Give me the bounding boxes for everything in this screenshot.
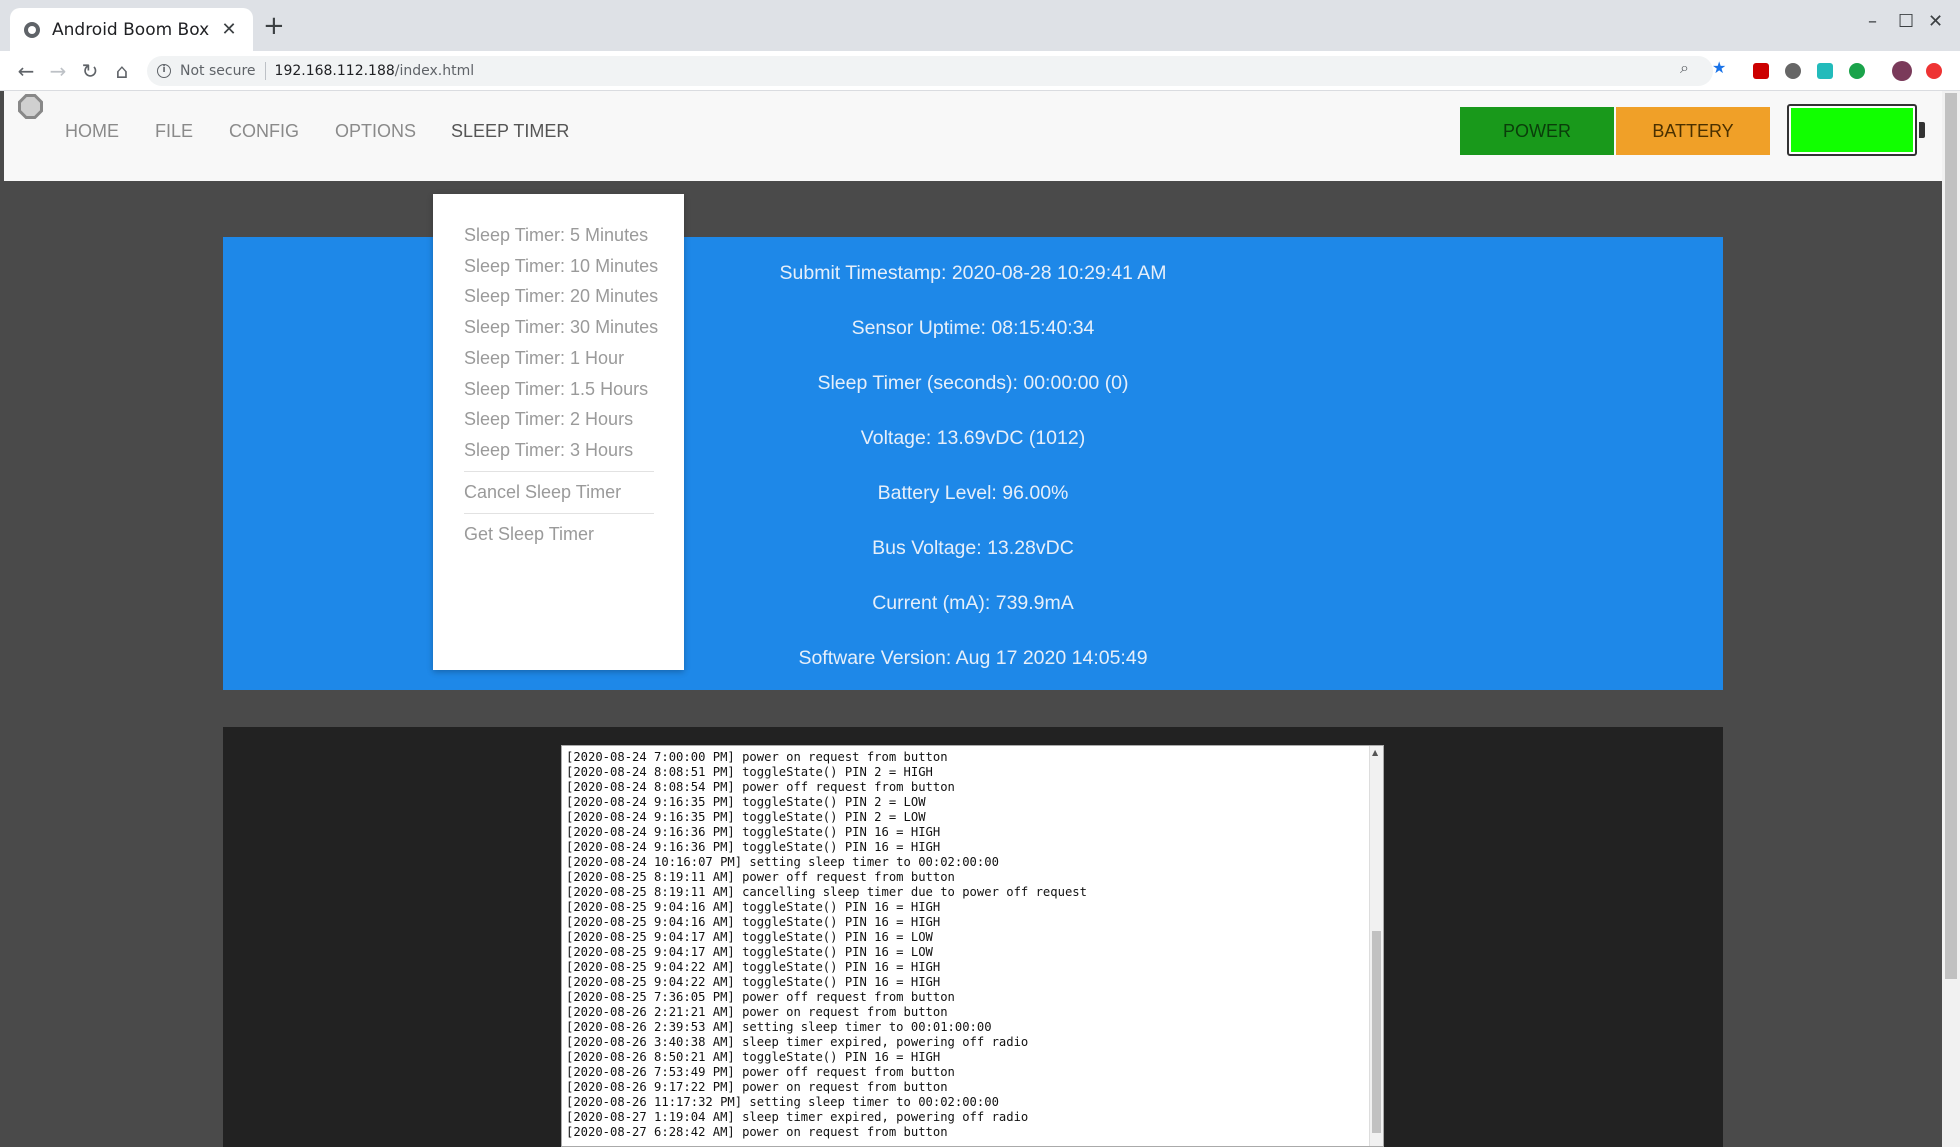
log-line: [2020-08-26 2:39:53 AM] setting sleep ti… <box>566 1020 992 1034</box>
log-line: [2020-08-25 9:04:17 AM] toggleState() PI… <box>566 930 933 944</box>
sleep-option-20-minutes[interactable]: Sleep Timer: 20 Minutes <box>464 286 658 307</box>
log-line: [2020-08-25 9:04:22 AM] toggleState() PI… <box>566 975 941 989</box>
forward-arrow-icon[interactable]: → <box>44 57 72 85</box>
sleep-option-10-minutes[interactable]: Sleep Timer: 10 Minutes <box>464 256 658 277</box>
nav-config[interactable]: CONFIG <box>229 121 299 142</box>
maximize-button[interactable]: ☐ <box>1898 11 1914 32</box>
minimize-button[interactable]: – <box>1868 11 1877 32</box>
sleep-option-30-minutes[interactable]: Sleep Timer: 30 Minutes <box>464 317 658 338</box>
info-icon[interactable]: i <box>157 64 171 78</box>
log-line: [2020-08-25 8:19:11 AM] cancelling sleep… <box>566 885 1087 899</box>
scroll-up-arrow-icon[interactable]: ▲ <box>1372 748 1378 757</box>
browser-tab-strip: Android Boom Box ✕ + – ☐ ✕ <box>0 0 1960 51</box>
log-panel: [2020-08-24 7:00:00 PM] power on request… <box>223 727 1723 1147</box>
log-line: [2020-08-24 9:16:35 PM] toggleState() PI… <box>566 795 926 809</box>
sleep-option-3-hours[interactable]: Sleep Timer: 3 Hours <box>464 440 633 461</box>
log-line: [2020-08-25 8:19:11 AM] power off reques… <box>566 870 955 884</box>
sleep-option-2-hours[interactable]: Sleep Timer: 2 Hours <box>464 409 633 430</box>
menu-divider <box>464 471 654 472</box>
log-textarea[interactable]: [2020-08-24 7:00:00 PM] power on request… <box>561 745 1384 1147</box>
log-line: [2020-08-24 8:08:51 PM] toggleState() PI… <box>566 765 933 779</box>
page-viewport: HOME FILE CONFIG OPTIONS SLEEP TIMER POW… <box>0 91 1960 1147</box>
nav-file[interactable]: FILE <box>155 121 193 142</box>
log-line: [2020-08-24 7:00:00 PM] power on request… <box>566 750 948 764</box>
log-lines: [2020-08-24 7:00:00 PM] power on request… <box>566 750 1087 1140</box>
log-line: [2020-08-24 10:16:07 PM] setting sleep t… <box>566 855 999 869</box>
extension-leaf-icon[interactable] <box>1849 63 1865 79</box>
log-scrollbar[interactable]: ▲ <box>1369 746 1383 1146</box>
log-line: [2020-08-26 9:17:22 PM] power on request… <box>566 1080 948 1094</box>
tab-title: Android Boom Box <box>52 19 210 40</box>
log-line: [2020-08-25 9:04:17 AM] toggleState() PI… <box>566 945 933 959</box>
log-line: [2020-08-24 9:16:36 PM] toggleState() PI… <box>566 825 941 839</box>
log-line: [2020-08-25 9:04:22 AM] toggleState() PI… <box>566 960 941 974</box>
log-line: [2020-08-26 8:50:21 AM] toggleState() PI… <box>566 1050 941 1064</box>
extension-circle-icon[interactable] <box>1785 63 1801 79</box>
cancel-sleep-timer[interactable]: Cancel Sleep Timer <box>464 482 621 503</box>
url-host: 192.168.112.188 <box>274 63 395 79</box>
get-sleep-timer[interactable]: Get Sleep Timer <box>464 524 594 545</box>
sleep-option-5-minutes[interactable]: Sleep Timer: 5 Minutes <box>464 225 648 246</box>
battery-gauge <box>1787 104 1917 156</box>
log-line: [2020-08-25 9:04:16 AM] toggleState() PI… <box>566 915 941 929</box>
battery-button[interactable]: BATTERY <box>1616 107 1770 155</box>
profile-avatar[interactable] <box>1892 61 1912 81</box>
log-line: [2020-08-26 11:17:32 PM] setting sleep t… <box>566 1095 999 1109</box>
home-icon[interactable]: ⌂ <box>108 57 136 85</box>
log-line: [2020-08-26 7:53:49 PM] power off reques… <box>566 1065 955 1079</box>
page-scrollbar[interactable] <box>1942 91 1960 1147</box>
log-line: [2020-08-24 9:16:36 PM] toggleState() PI… <box>566 840 941 854</box>
reload-icon[interactable]: ↻ <box>76 57 104 85</box>
nav-home[interactable]: HOME <box>65 121 119 142</box>
app-logo-icon <box>18 94 43 119</box>
log-line: [2020-08-24 8:08:54 PM] power off reques… <box>566 780 955 794</box>
sleep-option-1-hour[interactable]: Sleep Timer: 1 Hour <box>464 348 624 369</box>
url-path: /index.html <box>394 63 475 79</box>
sleep-option-1-5-hours[interactable]: Sleep Timer: 1.5 Hours <box>464 379 648 400</box>
app-navbar: HOME FILE CONFIG OPTIONS SLEEP TIMER POW… <box>4 91 1942 181</box>
nav-sleep-timer[interactable]: SLEEP TIMER <box>451 121 569 142</box>
globe-icon <box>24 21 40 38</box>
new-tab-button[interactable]: + <box>263 13 285 39</box>
browser-toolbar: ← → ↻ ⌂ i Not secure 192.168.112.188 /in… <box>0 51 1960 91</box>
extension-square-icon[interactable] <box>1817 63 1833 79</box>
battery-gauge-tip <box>1919 122 1925 138</box>
page-scrollbar-thumb[interactable] <box>1945 93 1957 979</box>
log-scrollbar-thumb[interactable] <box>1372 931 1381 1133</box>
log-line: [2020-08-27 6:28:42 AM] power on request… <box>566 1125 948 1139</box>
battery-gauge-fill <box>1791 108 1913 152</box>
sleep-timer-dropdown: Sleep Timer: 5 Minutes Sleep Timer: 10 M… <box>433 194 684 670</box>
power-button[interactable]: POWER <box>1460 107 1614 155</box>
omnibox-divider <box>264 62 266 80</box>
log-line: [2020-08-24 9:16:35 PM] toggleState() PI… <box>566 810 926 824</box>
log-line: [2020-08-26 2:21:21 AM] power on request… <box>566 1005 948 1019</box>
update-alert-icon[interactable] <box>1926 63 1942 79</box>
nav-options[interactable]: OPTIONS <box>335 121 416 142</box>
browser-tab[interactable]: Android Boom Box ✕ <box>10 8 253 51</box>
back-arrow-icon[interactable]: ← <box>12 57 40 85</box>
security-label: Not secure <box>180 63 256 79</box>
log-line: [2020-08-25 9:04:16 AM] toggleState() PI… <box>566 900 941 914</box>
menu-divider <box>464 513 654 514</box>
log-line: [2020-08-27 1:19:04 AM] sleep timer expi… <box>566 1110 1029 1124</box>
close-window-button[interactable]: ✕ <box>1928 11 1943 32</box>
log-line: [2020-08-26 3:40:38 AM] sleep timer expi… <box>566 1035 1029 1049</box>
zoom-icon[interactable]: ⌕ <box>1680 58 1689 78</box>
bookmark-star-icon[interactable]: ★ <box>1712 58 1726 77</box>
tab-close-icon[interactable]: ✕ <box>219 19 239 40</box>
address-bar[interactable]: i Not secure 192.168.112.188 /index.html <box>147 56 1713 86</box>
ublock-extension-icon[interactable] <box>1753 63 1769 79</box>
log-line: [2020-08-25 7:36:05 PM] power off reques… <box>566 990 955 1004</box>
